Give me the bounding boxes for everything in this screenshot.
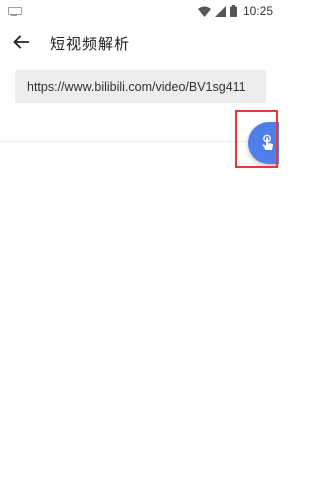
content-area: 10:25 短视频解析 https://www.bilibili.com/vid… xyxy=(0,0,279,500)
app-screen: 10:25 短视频解析 https://www.bilibili.com/vid… xyxy=(0,0,279,500)
battery-icon xyxy=(229,5,237,17)
page-title: 短视频解析 xyxy=(50,34,131,53)
wifi-icon xyxy=(197,6,211,17)
status-time: 10:25 xyxy=(242,4,273,18)
url-input-field[interactable]: https://www.bilibili.com/video/BV1sg411 xyxy=(15,70,266,103)
arrow-left-icon xyxy=(13,34,29,53)
back-button[interactable] xyxy=(4,26,38,60)
url-input-value[interactable]: https://www.bilibili.com/video/BV1sg411 xyxy=(27,80,246,94)
highlight-box xyxy=(235,110,278,168)
status-bar: 10:25 xyxy=(0,0,279,22)
signal-icon xyxy=(214,5,226,17)
toolbar: 短视频解析 xyxy=(0,26,279,60)
status-right: 10:25 xyxy=(197,4,273,18)
status-left xyxy=(8,7,22,16)
notification-icon xyxy=(8,7,22,16)
